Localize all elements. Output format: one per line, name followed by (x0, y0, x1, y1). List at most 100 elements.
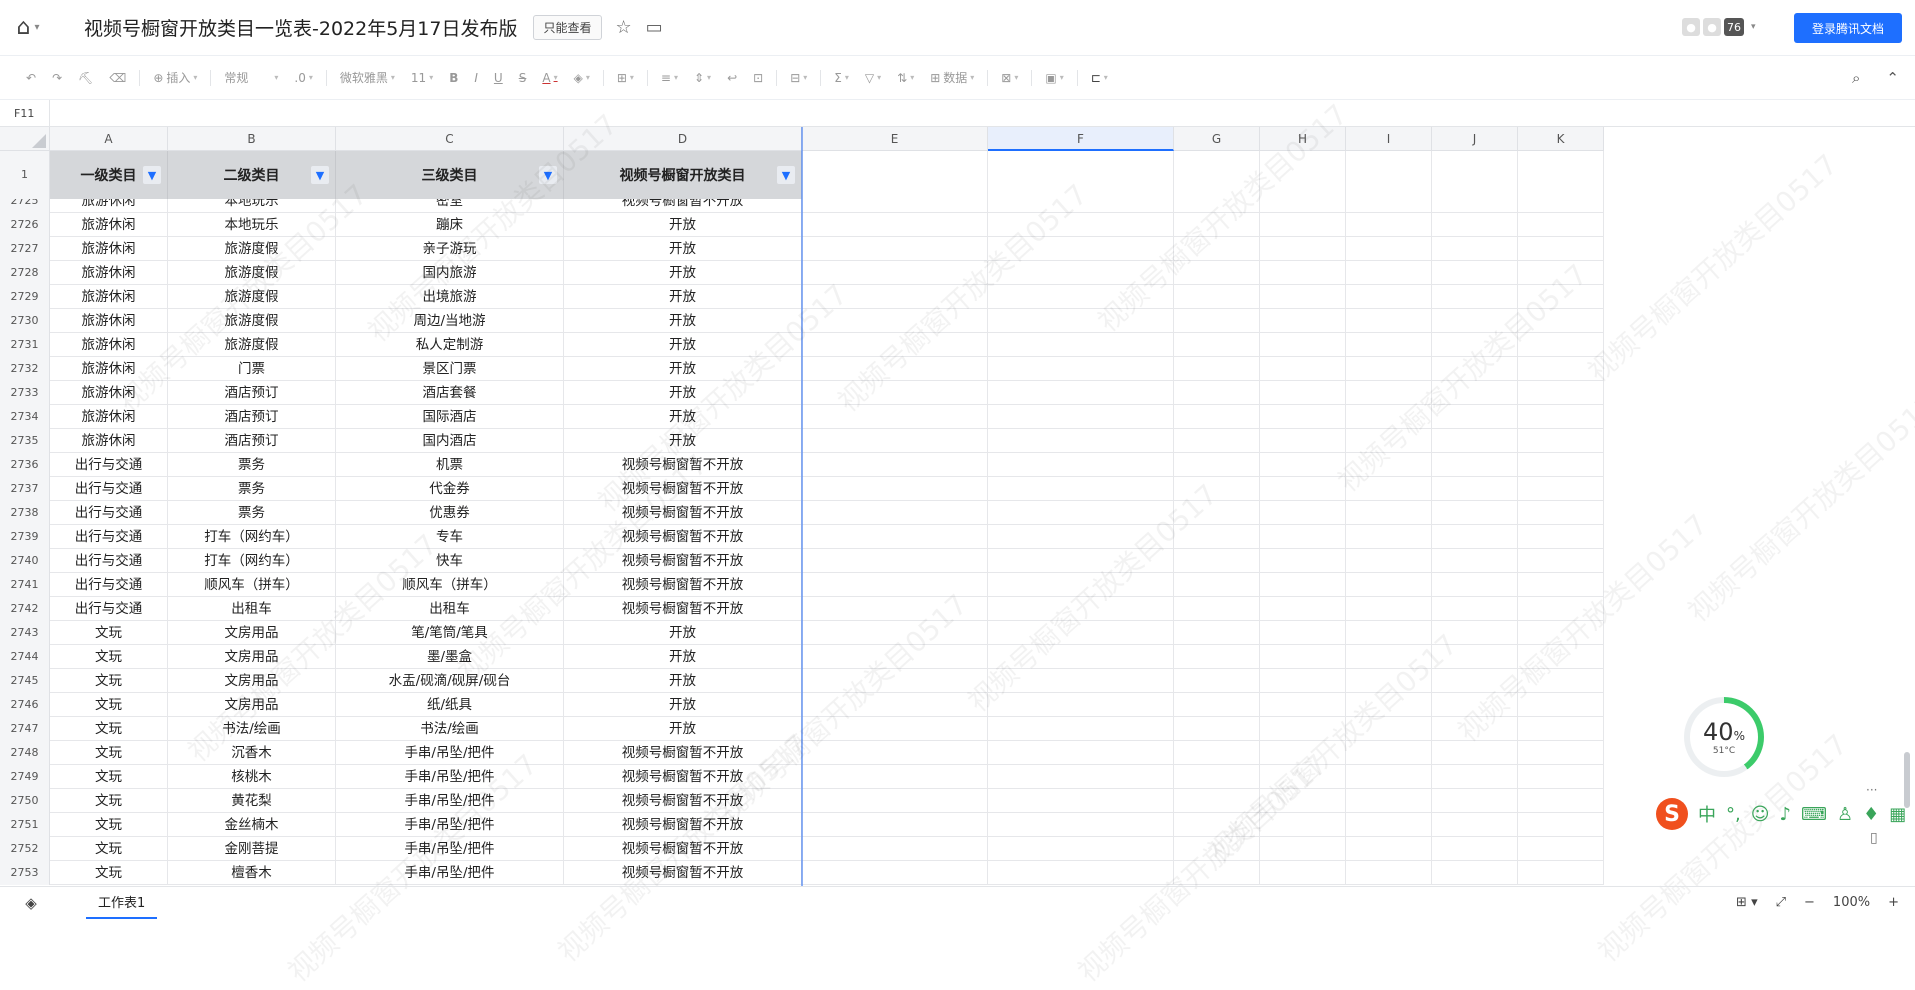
cell[interactable]: 开放 (564, 621, 802, 645)
row-number[interactable]: 2736 (0, 453, 50, 477)
row-number[interactable]: 2753 (0, 861, 50, 885)
empty-cell[interactable] (1518, 381, 1604, 405)
empty-cell[interactable] (1260, 477, 1346, 501)
empty-cell[interactable] (1346, 717, 1432, 741)
plugin-icon[interactable]: ⊏ ▾ (1083, 71, 1116, 85)
cell[interactable]: 文玩 (50, 717, 168, 741)
row-number[interactable]: 2740 (0, 549, 50, 573)
empty-cell[interactable] (1432, 199, 1518, 213)
empty-cell[interactable] (1260, 597, 1346, 621)
empty-cell[interactable] (1432, 621, 1518, 645)
empty-cell[interactable] (802, 813, 988, 837)
row-number[interactable]: 2745 (0, 669, 50, 693)
wrap-icon[interactable]: ↩ (719, 71, 745, 85)
row-number[interactable]: 2738 (0, 501, 50, 525)
font-size-select[interactable]: 11 ▾ (403, 71, 441, 85)
cell[interactable]: 专车 (336, 525, 564, 549)
filter-icon[interactable]: ▼ (311, 166, 329, 184)
empty-cell[interactable] (1174, 405, 1260, 429)
row-number[interactable]: 2735 (0, 429, 50, 453)
strikethrough-button[interactable]: S (511, 71, 535, 85)
cell[interactable]: 核桃木 (168, 765, 336, 789)
spreadsheet-grid[interactable]: A B C D E F G H I J K 1 一级类目 ▼ 二级类目 ▼ 三级类目… (0, 98, 1915, 989)
empty-cell[interactable] (1174, 333, 1260, 357)
cell[interactable]: 手串/吊坠/把件 (336, 813, 564, 837)
empty-cell[interactable] (988, 597, 1174, 621)
cell[interactable]: 顺风车（拼车） (336, 573, 564, 597)
empty-cell[interactable] (1432, 789, 1518, 813)
empty-cell[interactable] (1432, 597, 1518, 621)
cell[interactable]: 出境旅游 (336, 285, 564, 309)
empty-cell[interactable] (1518, 261, 1604, 285)
empty-cell[interactable] (1174, 285, 1260, 309)
cell[interactable]: 开放 (564, 381, 802, 405)
cell[interactable]: 文房用品 (168, 693, 336, 717)
sogou-logo-icon[interactable]: S (1656, 798, 1688, 830)
empty-cell[interactable] (1518, 789, 1604, 813)
empty-cell[interactable] (802, 837, 988, 861)
cell[interactable]: 打车（网约车） (168, 525, 336, 549)
empty-cell[interactable] (802, 525, 988, 549)
cell[interactable]: 旅游休闲 (50, 261, 168, 285)
empty-cell[interactable] (1174, 501, 1260, 525)
cell[interactable]: 旅游休闲 (50, 429, 168, 453)
cell[interactable]: 旅游度假 (168, 261, 336, 285)
empty-cell[interactable] (802, 621, 988, 645)
empty-cell[interactable] (1346, 789, 1432, 813)
cell[interactable]: 书法/绘画 (168, 717, 336, 741)
cell[interactable]: 旅游度假 (168, 237, 336, 261)
cell[interactable]: 墨/墨盒 (336, 645, 564, 669)
empty-cell[interactable] (802, 669, 988, 693)
empty-cell[interactable] (1432, 309, 1518, 333)
empty-cell[interactable] (1260, 621, 1346, 645)
empty-cell[interactable] (1346, 199, 1432, 213)
empty-cell[interactable] (988, 645, 1174, 669)
cell[interactable]: 开放 (564, 333, 802, 357)
empty-cell[interactable] (1346, 549, 1432, 573)
emoji-icon[interactable]: ☺ (1751, 804, 1770, 825)
cell[interactable]: 视频号橱窗暂不开放 (564, 837, 802, 861)
punctuation-icon[interactable]: °, (1726, 804, 1741, 825)
empty-cell[interactable] (1174, 861, 1260, 885)
empty-cell[interactable] (1174, 381, 1260, 405)
empty-cell[interactable] (1518, 333, 1604, 357)
home-button[interactable]: ⌂ ▾ (0, 0, 56, 56)
cell[interactable]: 出租车 (168, 597, 336, 621)
empty-cell[interactable] (1174, 309, 1260, 333)
row-number[interactable]: 2737 (0, 477, 50, 501)
cell[interactable]: 国内旅游 (336, 261, 564, 285)
cell[interactable]: 视频号橱窗暂不开放 (564, 861, 802, 885)
empty-cell[interactable] (1174, 717, 1260, 741)
empty-cell[interactable] (1518, 501, 1604, 525)
cell[interactable]: 旅游休闲 (50, 309, 168, 333)
cell[interactable]: 旅游休闲 (50, 237, 168, 261)
sheet-tab[interactable]: 工作表1 (86, 886, 158, 919)
cell[interactable]: 视频号橱窗暂不开放 (564, 573, 802, 597)
cell[interactable]: 优惠券 (336, 501, 564, 525)
empty-cell[interactable] (1260, 813, 1346, 837)
select-all-corner[interactable] (0, 127, 50, 151)
empty-cell[interactable] (1346, 309, 1432, 333)
cell[interactable]: 手串/吊坠/把件 (336, 861, 564, 885)
empty-cell[interactable] (988, 669, 1174, 693)
empty-cell[interactable] (988, 429, 1174, 453)
cell[interactable]: 视频号橱窗暂不开放 (564, 765, 802, 789)
cell[interactable]: 旅游休闲 (50, 333, 168, 357)
empty-cell[interactable] (1174, 261, 1260, 285)
row-number[interactable]: 2730 (0, 309, 50, 333)
cell[interactable]: 私人定制游 (336, 333, 564, 357)
empty-cell[interactable] (1518, 357, 1604, 381)
cpu-gauge[interactable]: 40% 51°C (1684, 697, 1764, 777)
keyboard-icon[interactable]: ⌨ (1801, 804, 1827, 825)
empty-cell[interactable] (1432, 237, 1518, 261)
empty-cell[interactable] (1518, 861, 1604, 885)
empty-cell[interactable] (1518, 199, 1604, 213)
empty-cell[interactable] (1260, 501, 1346, 525)
header-cell[interactable]: 视频号橱窗开放类目 ▼ (564, 151, 802, 199)
empty-cell[interactable] (1346, 333, 1432, 357)
row-number[interactable]: 2728 (0, 261, 50, 285)
empty-cell[interactable] (1346, 261, 1432, 285)
fullscreen-icon[interactable]: ⤢ (1776, 895, 1786, 910)
column-header[interactable]: F (988, 127, 1174, 151)
empty-cell[interactable] (1518, 405, 1604, 429)
